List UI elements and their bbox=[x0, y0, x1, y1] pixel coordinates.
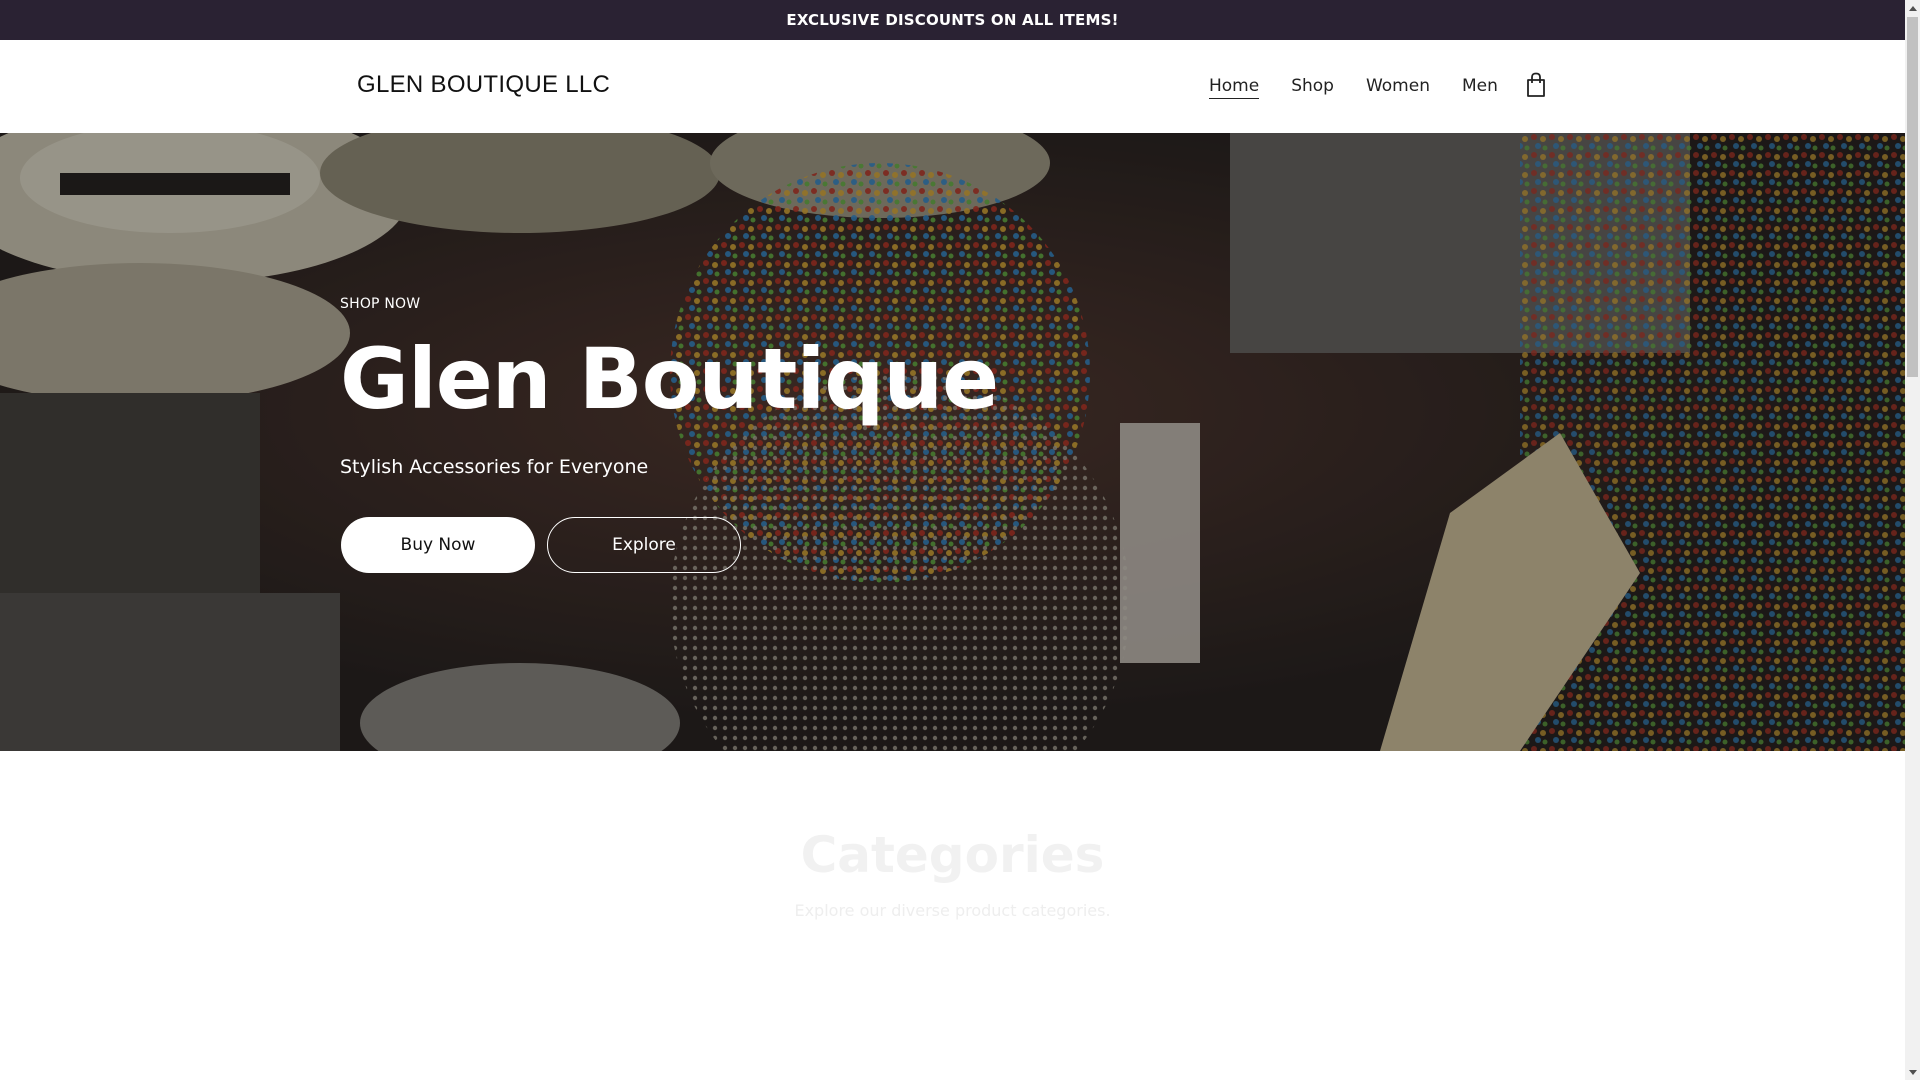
explore-button[interactable]: Explore bbox=[547, 517, 741, 573]
nav-shop-link[interactable]: Shop bbox=[1291, 76, 1334, 99]
nav-women-link[interactable]: Women bbox=[1366, 76, 1430, 99]
categories-section: Categories Explore our diverse product c… bbox=[0, 751, 1905, 1080]
page: EXCLUSIVE DISCOUNTS ON ALL ITEMS! GLEN B… bbox=[0, 0, 1905, 1080]
buy-now-button[interactable]: Buy Now bbox=[341, 517, 535, 573]
scroll-down-arrow-icon[interactable] bbox=[1905, 1065, 1920, 1080]
scroll-up-arrow-icon[interactable] bbox=[1905, 0, 1920, 15]
announcement-text: EXCLUSIVE DISCOUNTS ON ALL ITEMS! bbox=[786, 11, 1119, 29]
vertical-scrollbar[interactable] bbox=[1905, 0, 1920, 1080]
nav-men-link[interactable]: Men bbox=[1462, 76, 1498, 99]
categories-subtitle: Explore our diverse product categories. bbox=[794, 901, 1111, 920]
main-nav: Home Shop Women Men bbox=[1209, 76, 1498, 99]
nav-home-link[interactable]: Home bbox=[1209, 76, 1260, 99]
categories-title: Categories bbox=[800, 826, 1105, 884]
shopping-bag-icon[interactable] bbox=[1524, 72, 1548, 98]
hero-content: SHOP NOW Glen Boutique Stylish Accessori… bbox=[340, 133, 1240, 751]
site-header: GLEN BOUTIQUE LLC Home Shop Women Men bbox=[0, 40, 1905, 133]
announcement-bar: EXCLUSIVE DISCOUNTS ON ALL ITEMS! bbox=[0, 0, 1905, 40]
scrollbar-thumb[interactable] bbox=[1907, 17, 1918, 377]
hero-eyebrow: SHOP NOW bbox=[340, 296, 421, 312]
hero-banner: SHOP NOW Glen Boutique Stylish Accessori… bbox=[0, 133, 1905, 751]
hero-subtitle: Stylish Accessories for Everyone bbox=[340, 456, 649, 478]
hero-title: Glen Boutique bbox=[340, 330, 999, 428]
site-logo[interactable]: GLEN BOUTIQUE LLC bbox=[357, 71, 610, 99]
